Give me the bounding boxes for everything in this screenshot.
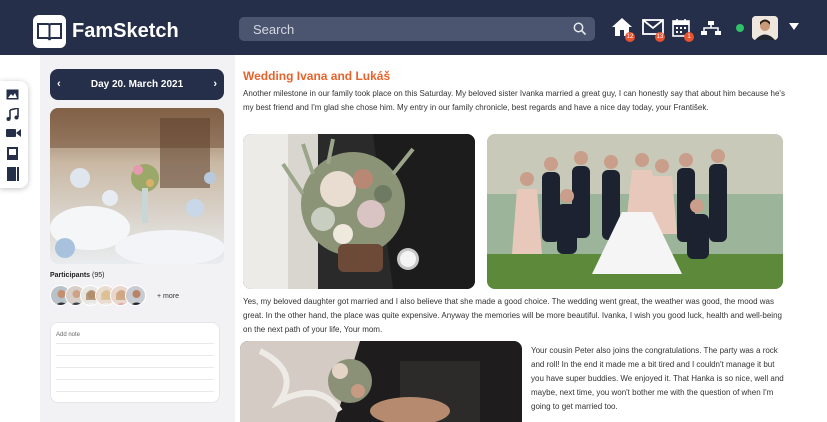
brand-name[interactable]: FamSketch [72, 20, 179, 43]
day-navigator: ‹ Day 20. March 2021 › [50, 69, 224, 100]
online-status-dot [736, 24, 744, 32]
note-line [56, 391, 214, 392]
more-participants-link[interactable]: + more [157, 293, 179, 300]
logo-icon[interactable] [33, 15, 66, 48]
calendar-badge: 1 [684, 32, 694, 42]
note-line [56, 379, 214, 380]
rings-photo[interactable] [240, 341, 522, 422]
book-icon[interactable] [6, 147, 19, 160]
participant-avatar[interactable] [125, 285, 146, 306]
day-label: Day 20. March 2021 [90, 79, 184, 90]
image-icon[interactable] [6, 89, 19, 100]
note-line [56, 367, 214, 368]
day-photo[interactable] [50, 108, 224, 264]
participants-count: (95) [92, 272, 105, 279]
add-note-field[interactable]: Add note [50, 322, 220, 403]
journal-icon[interactable] [6, 167, 19, 181]
search-icon[interactable] [573, 22, 587, 36]
post-cousin-text: Your cousin Peter also joins the congrat… [531, 346, 784, 411]
post-intro-text: Another milestone in our family took pla… [243, 89, 785, 112]
user-avatar[interactable] [752, 16, 778, 40]
participants-label: Participants (95) [50, 272, 104, 279]
messages-badge: 13 [655, 32, 665, 42]
note-line [56, 343, 214, 344]
participants-title: Participants [50, 272, 91, 279]
top-navbar: FamSketch Search 12 13 1 [0, 0, 827, 55]
wedding-group-photo[interactable] [487, 134, 783, 289]
search-bar[interactable]: Search [239, 17, 595, 41]
next-day-chevron-right-icon[interactable]: › [213, 78, 217, 90]
home-badge: 12 [625, 32, 635, 42]
media-rail [0, 81, 28, 188]
music-icon[interactable] [6, 108, 19, 121]
bouquet-photo[interactable] [243, 134, 475, 289]
family-tree-icon[interactable] [701, 21, 721, 35]
post-mom-text: Yes, my beloved daughter got married and… [243, 297, 782, 334]
post-title: Wedding Ivana and Lukáš [243, 69, 391, 83]
video-icon[interactable] [6, 128, 21, 138]
user-menu-chevron-down-icon[interactable] [789, 23, 799, 30]
search-input[interactable]: Search [253, 22, 294, 37]
add-note-placeholder: Add note [56, 332, 81, 338]
note-line [56, 355, 214, 356]
